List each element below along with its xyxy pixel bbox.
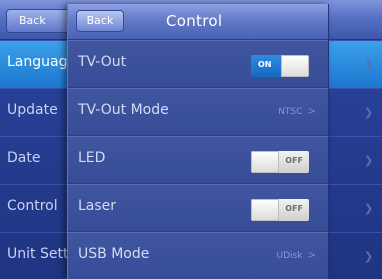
toggle-state-label: OFF <box>285 204 303 213</box>
chevron-right-icon: ❯ <box>364 58 374 71</box>
setting-row-laser[interactable]: Laser OFF <box>68 184 328 232</box>
page-title: Control <box>166 12 223 30</box>
setting-label: LED <box>78 150 106 166</box>
setting-label: TV-Out Mode <box>78 102 169 118</box>
setting-label: USB Mode <box>78 246 150 262</box>
setting-value: NTSC > <box>278 106 316 117</box>
chevron-right-icon: ❯ <box>364 154 374 167</box>
laser-toggle[interactable]: OFF <box>251 199 309 221</box>
toggle-state-label: ON <box>258 60 272 69</box>
background-menu-item-label: Date <box>7 150 41 166</box>
toggle-knob <box>251 199 279 221</box>
tv-out-toggle[interactable]: ON <box>251 55 309 77</box>
background-menu-item-label: Unit Setting <box>7 246 67 262</box>
chevron-right-icon: > <box>304 106 316 117</box>
control-panel: Back Control TV-Out ON TV-Out Mode NTSC … <box>67 4 329 279</box>
background-menu-item-label: Language <box>7 54 67 70</box>
setting-row-usb-mode[interactable]: USB Mode UDisk > <box>68 232 328 279</box>
chevron-right-icon: ❯ <box>364 250 374 263</box>
background-menu-item-label: Update <box>7 102 58 118</box>
toggle-knob <box>281 55 309 77</box>
led-toggle[interactable]: OFF <box>251 151 309 173</box>
setting-row-tv-out[interactable]: TV-Out ON <box>68 40 328 88</box>
setting-value: UDisk > <box>277 250 316 261</box>
setting-row-led[interactable]: LED OFF <box>68 136 328 184</box>
setting-label: TV-Out <box>78 54 127 70</box>
toggle-state-label: OFF <box>285 156 303 165</box>
usb-mode-value: UDisk <box>276 251 303 261</box>
background-menu-item-label: Control <box>7 198 58 214</box>
chevron-right-icon: ❯ <box>364 202 374 215</box>
chevron-right-icon: ❯ <box>364 106 374 119</box>
back-button[interactable]: Back <box>76 10 124 32</box>
setting-row-tv-out-mode[interactable]: TV-Out Mode NTSC > <box>68 88 328 136</box>
chevron-right-icon: > <box>304 250 316 261</box>
setting-label: Laser <box>78 198 117 214</box>
control-panel-header: Back Control <box>68 4 328 40</box>
tv-out-mode-value: NTSC <box>278 107 303 117</box>
toggle-knob <box>251 151 279 173</box>
